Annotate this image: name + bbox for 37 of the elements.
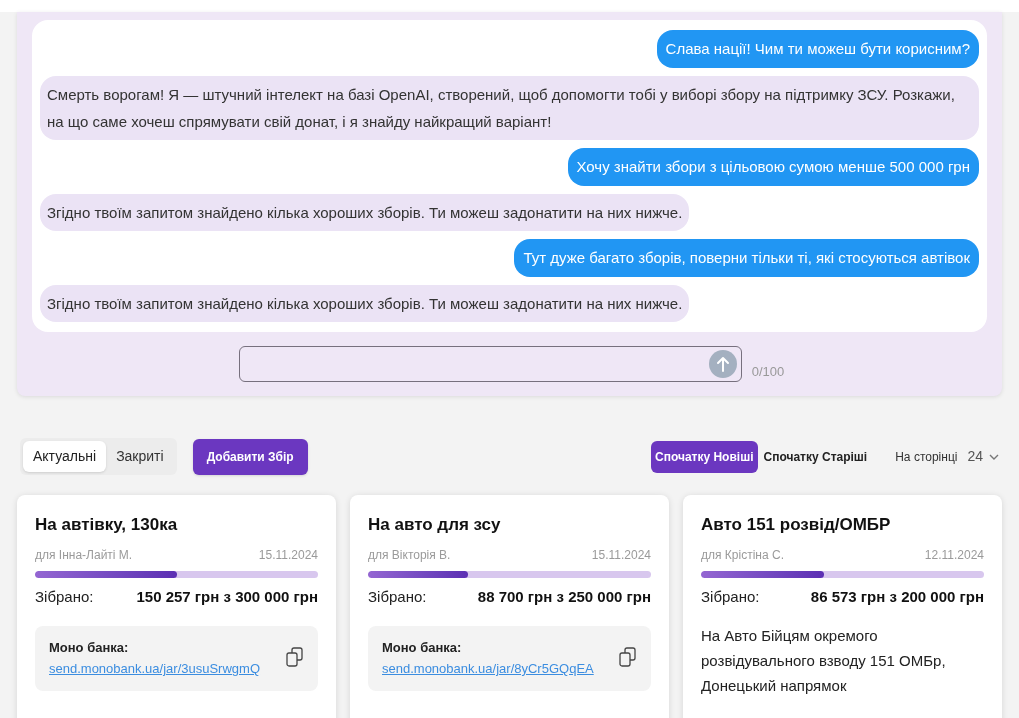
message-input[interactable]	[238, 346, 742, 382]
user-message: Тут дуже багато зборів, поверни тільки ті, які стосуються автівок	[514, 239, 979, 277]
add-fundraiser-button[interactable]: Добавити Збір	[192, 438, 308, 475]
bank-label: Моно банка:	[49, 638, 130, 657]
sort-button[interactable]: Спочатку Старіші	[757, 440, 874, 473]
bot-message: Смерть ворогам! Я — штучний інтелект на базі OpenAI, створений, щоб допомогти тобі у виборі збору на підтримку ЗСУ. Розкажи, на що саме хочеш спрямувати свій донат, і я знайду найкращий варіант!	[40, 76, 979, 140]
collected-amount: 88 700 грн з 250 000 грн	[477, 587, 651, 607]
collected-amount: 86 573 грн з 200 000 грн	[810, 587, 984, 607]
card-date: 15.11.2024	[258, 547, 318, 564]
card-description: На Авто Бійцям окремого розвідувального взводу 151 ОМБр, Донецький напрямок	[701, 625, 947, 696]
user-message: Слава нації! Чим ти можеш бути корисним?	[656, 30, 979, 68]
per-page-select[interactable]: 24	[967, 446, 999, 467]
author-name: для Інна-Лайті М.	[35, 547, 133, 564]
author-name: для Вікторія В.	[368, 547, 451, 564]
bot-message: Згідно твоїм запитом знайдено кілька хороших зборів. Ти можеш задонатити на них нижче.	[40, 285, 690, 322]
filter-tab[interactable]: Закриті	[106, 441, 174, 472]
author-name: для Крістіна С.	[701, 547, 784, 564]
collected-label: Зібрано:	[35, 587, 94, 607]
arrow-up-icon	[715, 356, 730, 372]
character-counter: 0/100	[751, 362, 785, 381]
bank-label: Моно банка:	[382, 638, 463, 657]
chevron-down-icon	[989, 453, 999, 460]
card-date: 12.11.2024	[924, 547, 984, 564]
card-title: Авто 151 розвід/ОМБР	[701, 514, 892, 536]
bot-message: Згідно твоїм запитом знайдено кілька хороших зборів. Ти можеш задонатити на них нижче.	[40, 194, 690, 231]
card-title: На авто для зсу	[368, 514, 502, 536]
copy-icon[interactable]	[286, 646, 304, 667]
collected-amount: 150 257 грн з 300 000 грн	[136, 587, 318, 607]
card-date: 15.11.2024	[591, 547, 651, 564]
per-page-label: На сторінці	[895, 448, 958, 466]
collected-label: Зібрано:	[368, 587, 427, 607]
filter-tab[interactable]: Актуальні	[23, 441, 107, 472]
user-message: Хочу знайти збори з цільовою сумою менше 500 000 грн	[567, 148, 979, 186]
card-title: На автівку, 130ка	[35, 514, 179, 536]
copy-icon[interactable]	[619, 646, 637, 667]
collected-label: Зібрано:	[701, 587, 760, 607]
sort-button[interactable]: Спочатку Новіші	[650, 440, 758, 473]
